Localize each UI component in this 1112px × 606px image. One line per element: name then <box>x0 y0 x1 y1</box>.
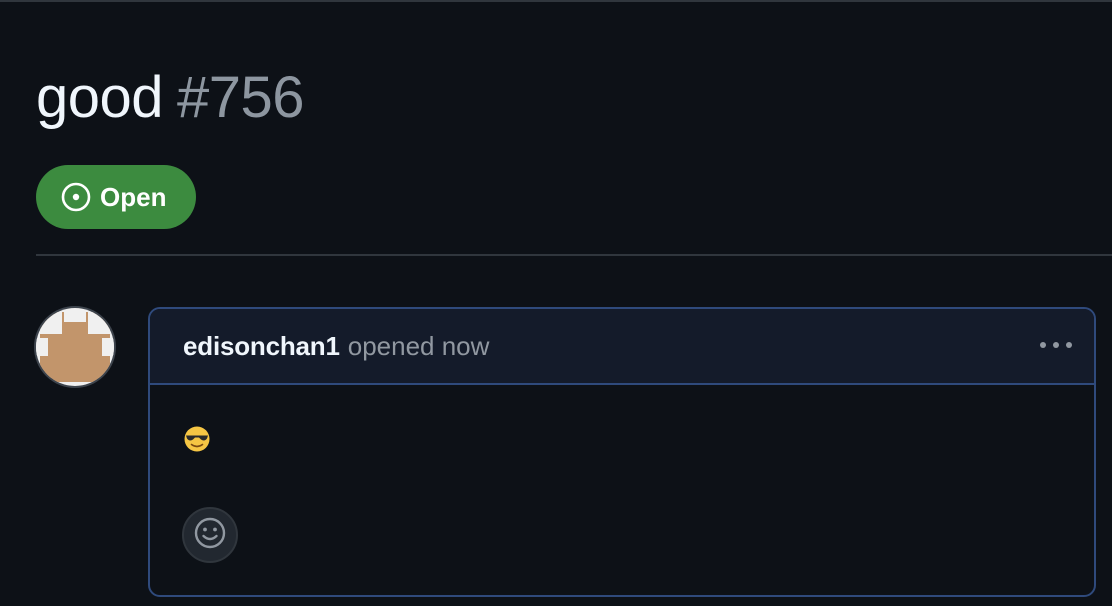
comment-author-link[interactable]: edisonchan1 <box>183 331 340 362</box>
comment-body <box>150 385 1094 595</box>
issue-header: good #756 <box>36 62 305 134</box>
smiley-icon <box>193 516 227 555</box>
issue-title: good <box>36 65 164 130</box>
issue-state-badge: Open <box>36 165 196 229</box>
comment-timestamp[interactable]: opened now <box>348 331 490 362</box>
avatar[interactable] <box>34 306 116 388</box>
issue-state-label: Open <box>100 181 167 212</box>
sunglasses-emoji <box>183 425 211 453</box>
window-top-border <box>0 0 1112 2</box>
add-reaction-button[interactable] <box>182 507 238 563</box>
issue-opened-icon <box>60 181 92 213</box>
comment-header: edisonchan1 opened now <box>150 309 1094 385</box>
comment-box: edisonchan1 opened now <box>148 307 1096 597</box>
header-divider <box>36 254 1112 256</box>
issue-number: #756 <box>177 65 305 130</box>
kebab-horizontal-icon[interactable] <box>1038 333 1074 357</box>
